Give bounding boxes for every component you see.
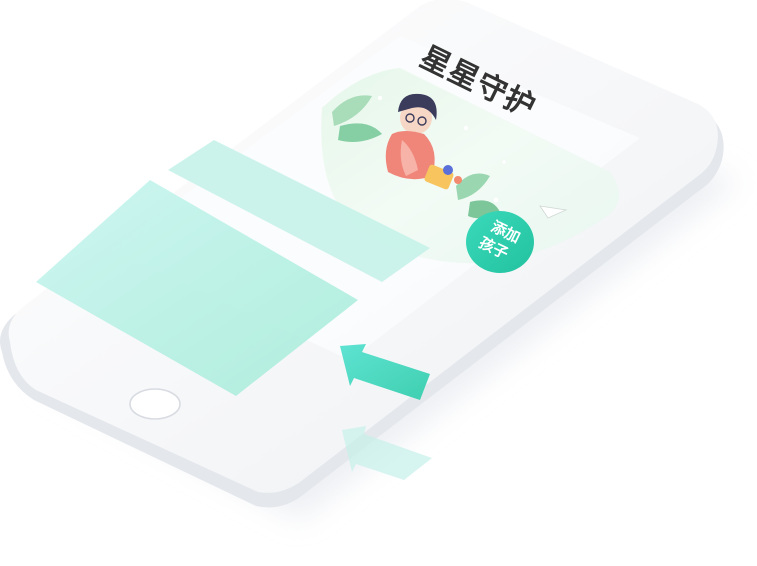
scene: 星星守护 添加 孩子 <box>0 0 740 520</box>
add-child-button[interactable]: 添加 孩子 <box>466 211 534 273</box>
home-button[interactable] <box>129 388 181 420</box>
